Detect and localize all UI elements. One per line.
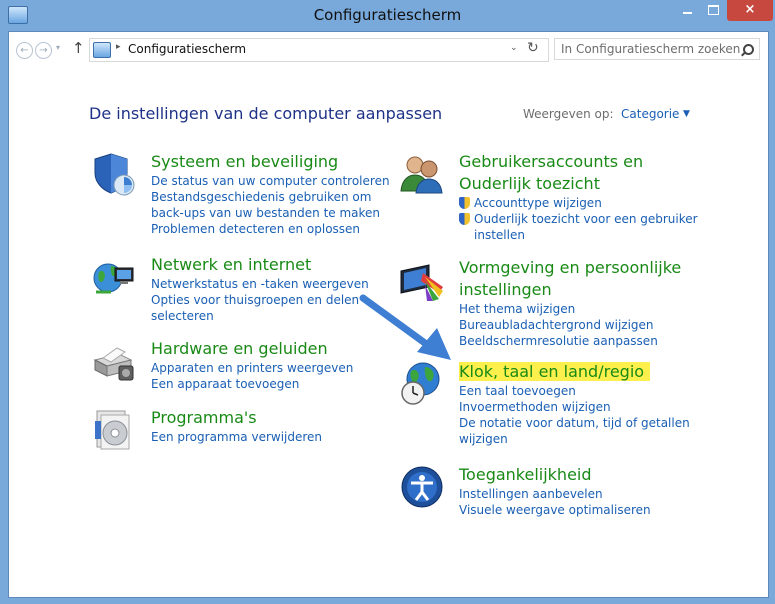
link-change-account-type[interactable]: Accounttype wijzigen [459,195,698,211]
category-title[interactable]: Netwerk en internet [151,254,369,276]
programs-icon[interactable] [91,407,137,453]
category-title[interactable]: Gebruikersaccounts en [459,151,698,173]
category-body: Systeem en beveiliging De status van uw … [151,151,390,237]
users-icon[interactable] [399,151,445,197]
close-button[interactable]: × [727,0,773,21]
address-bar[interactable]: ▸ Configuratiescherm ⌄ ↻ [89,38,549,62]
link-change-theme[interactable]: Het thema wijzigen [459,301,681,317]
link-parental-controls[interactable]: Ouderlijk toezicht voor een gebruiker [459,211,698,227]
window-title: Configuratiescherm [313,6,462,24]
link-input-methods[interactable]: Invoermethoden wijzigen [459,399,690,415]
page-title: De instellingen van de computer aanpasse… [89,104,443,123]
navigation-bar: ← → ▾ ↑ ▸ Configuratiescherm ⌄ ↻ In Conf… [9,32,768,69]
shield-icon[interactable] [91,151,137,197]
link-devices-printers[interactable]: Apparaten en printers weergeven [151,360,353,376]
minimize-button[interactable] [674,0,700,21]
main-content: De instellingen van de computer aanpasse… [9,69,768,597]
forward-button[interactable]: → [35,42,52,59]
client-area: ← → ▾ ↑ ▸ Configuratiescherm ⌄ ↻ In Conf… [8,31,769,598]
link-uninstall-program[interactable]: Een programma verwijderen [151,429,322,445]
title-bar[interactable]: Configuratiescherm × [0,0,775,31]
view-by-label: Weergeven op: [523,107,614,121]
category-title[interactable]: Toegankelijkheid [459,464,651,486]
forward-arrow-icon: → [39,45,48,56]
accessibility-icon[interactable] [399,464,445,510]
uac-shield-icon [459,213,470,225]
link-date-time-format-cont[interactable]: wijzigen [459,431,690,447]
category-title-cont[interactable]: instellingen [459,279,681,301]
highlighted-title: Klok, taal en land/regio [459,362,651,381]
window: Configuratiescherm × ← → ▾ ↑ ▸ Configura… [0,0,775,604]
minimize-icon [682,11,692,14]
chevron-down-icon[interactable]: ▼ [683,109,690,119]
link-recommended-settings[interactable]: Instellingen aanbevelen [459,486,651,502]
link-label: Ouderlijk toezicht voor een gebruiker [474,212,698,226]
refresh-icon[interactable]: ↻ [527,40,539,56]
link-troubleshoot[interactable]: Problemen detecteren en oplossen [151,221,390,237]
view-by-dropdown[interactable]: Categorie [621,107,679,121]
category-title[interactable]: Klok, taal en land/regio [459,361,690,383]
printer-icon[interactable] [91,338,137,384]
maximize-button[interactable] [700,0,727,21]
link-parental-controls-cont[interactable]: instellen [459,227,698,243]
search-placeholder: In Configuratiescherm zoeken [561,42,741,56]
link-file-history[interactable]: Bestandsgeschiedenis gebruiken om [151,189,390,205]
search-input[interactable]: In Configuratiescherm zoeken [554,38,760,60]
uac-shield-icon [459,197,470,209]
category-body: Klok, taal en land/regio Een taal toevoe… [459,361,690,447]
link-optimize-visual[interactable]: Visuele weergave optimaliseren [459,502,651,518]
link-network-status[interactable]: Netwerkstatus en -taken weergeven [151,276,369,292]
annotation-arrow-icon [359,294,451,360]
category-body: Programma's Een programma verwijderen [151,407,322,445]
maximize-icon [708,4,719,15]
category-title[interactable]: Vormgeving en persoonlijke [459,257,681,279]
category-body: Netwerk en internet Netwerkstatus en -ta… [151,254,369,324]
category-title-cont[interactable]: Ouderlijk toezicht [459,173,698,195]
back-button[interactable]: ← [16,42,33,59]
up-button[interactable]: ↑ [72,39,85,57]
link-add-device[interactable]: Een apparaat toevoegen [151,376,353,392]
link-change-background[interactable]: Bureaubladachtergrond wijzigen [459,317,681,333]
link-homegroup-cont[interactable]: selecteren [151,308,369,324]
category-body: Hardware en geluiden Apparaten en printe… [151,338,353,392]
category-title[interactable]: Systeem en beveiliging [151,151,390,173]
link-homegroup[interactable]: Opties voor thuisgroepen en delen [151,292,369,308]
category-body: Vormgeving en persoonlijke instellingen … [459,257,681,349]
address-dropdown-icon[interactable]: ⌄ [510,43,518,53]
network-icon[interactable] [91,254,137,300]
search-icon[interactable] [743,44,754,55]
link-add-language[interactable]: Een taal toevoegen [459,383,690,399]
link-screen-resolution[interactable]: Beeldschermresolutie aanpassen [459,333,681,349]
link-check-computer-status[interactable]: De status van uw computer controleren [151,173,390,189]
category-title[interactable]: Programma's [151,407,322,429]
link-file-history-cont[interactable]: back-ups van uw bestanden te maken [151,205,390,221]
breadcrumb-configuratiescherm[interactable]: Configuratiescherm [128,42,246,56]
recent-locations-dropdown[interactable]: ▾ [56,43,60,52]
close-icon: × [744,2,756,17]
breadcrumb-chevron-icon[interactable]: ▸ [116,42,121,52]
back-arrow-icon: ← [20,45,29,56]
category-body: Gebruikersaccounts en Ouderlijk toezicht… [459,151,698,243]
link-date-time-format[interactable]: De notatie voor datum, tijd of getallen [459,415,690,431]
link-label: Accounttype wijzigen [474,196,602,210]
category-body: Toegankelijkheid Instellingen aanbevelen… [459,464,651,518]
control-panel-icon [93,42,111,58]
category-title[interactable]: Hardware en geluiden [151,338,353,360]
clock-globe-icon[interactable] [399,361,445,407]
